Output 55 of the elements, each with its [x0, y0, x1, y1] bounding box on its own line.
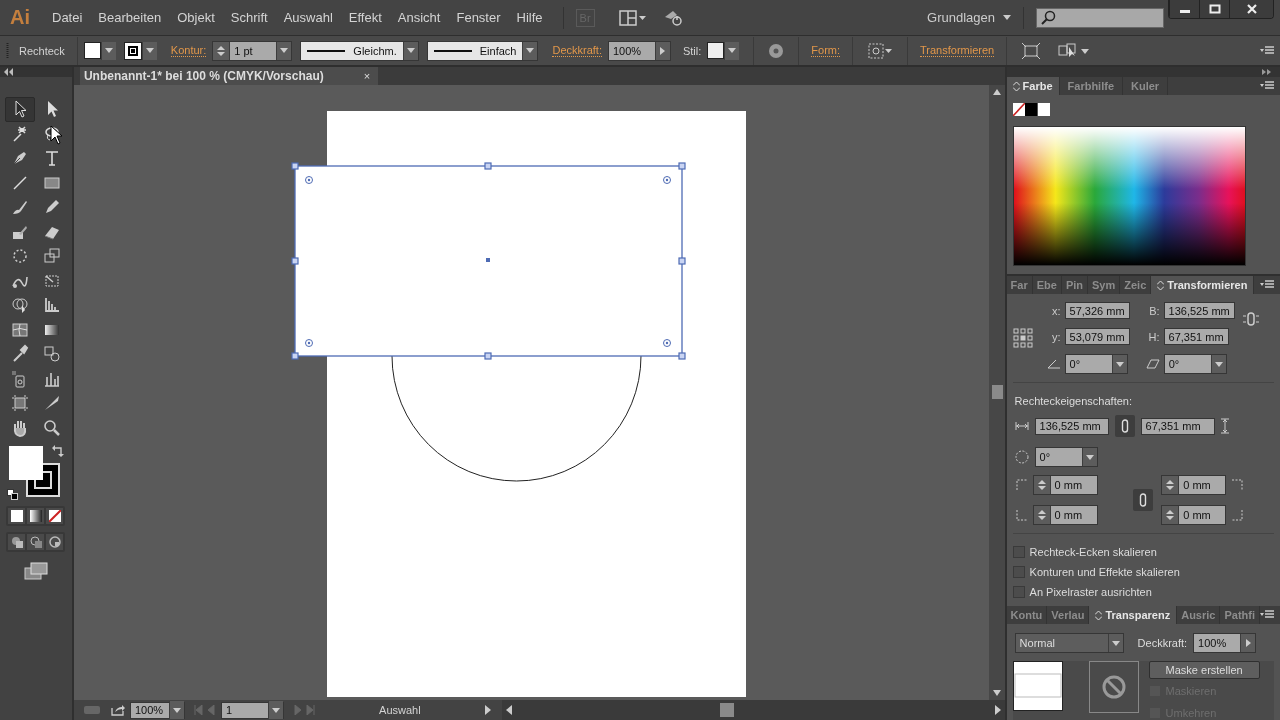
- rectangle-height-field[interactable]: 67,351 mm: [1140, 417, 1215, 435]
- document-tab[interactable]: Unbenannt-1* bei 100 % (CMYK/Vorschau) ×: [79, 67, 379, 85]
- shape-link[interactable]: Form:: [811, 44, 841, 57]
- panel-tab[interactable]: Transparenz: [1089, 606, 1178, 624]
- corner-radius-field[interactable]: 0 mm: [1032, 505, 1098, 525]
- menu-item[interactable]: Objekt: [169, 10, 223, 25]
- stroke-weight-field[interactable]: 1 pt: [212, 40, 293, 61]
- menu-item[interactable]: Schrift: [222, 10, 276, 25]
- section-title: Rechteckeigenschaften:: [1014, 395, 1133, 407]
- rectangle-rotation-dropdown[interactable]: 0°: [1034, 447, 1098, 467]
- opacity-field[interactable]: 100%: [607, 40, 671, 61]
- panel-tab[interactable]: Transformieren: [1151, 276, 1255, 294]
- transparency-opacity-field[interactable]: 100%: [1193, 633, 1257, 653]
- option-checkbox[interactable]: Rechteck-Ecken skalieren: [1012, 542, 1274, 562]
- transform-value-field[interactable]: 136,525 mm: [1163, 302, 1235, 319]
- stroke-link[interactable]: Kontur:: [170, 44, 207, 57]
- menu-item[interactable]: Hilfe: [508, 10, 551, 25]
- opacity-label: Deckkraft:: [1137, 637, 1188, 649]
- menu-item[interactable]: Effekt: [340, 10, 390, 25]
- menu-item[interactable]: Bearbeiten: [90, 10, 170, 25]
- zoom-level-dropdown[interactable]: 100%: [129, 701, 185, 719]
- transform-link[interactable]: Transformieren: [920, 44, 995, 57]
- corner-radius-field[interactable]: 0 mm: [1161, 505, 1227, 525]
- tool-name: Rechteck: [19, 44, 65, 57]
- field-label: B:: [1149, 304, 1160, 317]
- field-label: y:: [1052, 330, 1061, 343]
- current-tool-status[interactable]: Auswahl: [319, 704, 480, 716]
- variable-width-profile-dropdown[interactable]: Gleichm.: [300, 40, 419, 61]
- tab-close-button[interactable]: ×: [363, 70, 371, 82]
- transform-value-field[interactable]: 67,351 mm: [1163, 328, 1229, 345]
- transform-value-field[interactable]: 53,079 mm: [1064, 328, 1130, 345]
- app-logo: Ai: [10, 6, 30, 29]
- option-checkbox[interactable]: Konturen und Effekte skalieren: [1012, 562, 1274, 582]
- workspace-switcher[interactable]: Grundlagen: [927, 10, 1003, 25]
- menu-item[interactable]: Datei: [44, 10, 91, 25]
- blend-mode-dropdown[interactable]: Normal: [1014, 633, 1124, 653]
- option-checkbox[interactable]: An Pixelraster ausrichten: [1012, 582, 1274, 602]
- rectangle-width-field[interactable]: 136,525 mm: [1034, 417, 1109, 435]
- opacity-link[interactable]: Deckkraft:: [552, 44, 602, 57]
- menu-item[interactable]: Auswahl: [275, 10, 341, 25]
- make-mask-button[interactable]: Maske erstellen: [1148, 661, 1260, 679]
- shear-angle-dropdown[interactable]: 0°: [1163, 354, 1227, 374]
- style-label: Stil:: [682, 44, 702, 57]
- field-label: H:: [1148, 330, 1160, 343]
- menu-item[interactable]: Fenster: [448, 10, 509, 25]
- rotation-angle-dropdown[interactable]: 0°: [1064, 354, 1128, 374]
- panel-tab[interactable]: Farbe: [1006, 77, 1060, 95]
- field-label: x:: [1052, 304, 1061, 317]
- corner-radius-field[interactable]: 0 mm: [1161, 475, 1227, 495]
- transform-value-field[interactable]: 57,326 mm: [1064, 302, 1130, 319]
- corner-radius-field[interactable]: 0 mm: [1032, 475, 1098, 495]
- menu-item[interactable]: Ansicht: [389, 10, 449, 25]
- brush-definition-dropdown[interactable]: Einfach: [426, 40, 539, 61]
- document-title: Unbenannt-1* bei 100 % (CMYK/Vorschau): [83, 69, 324, 83]
- artboard-number-dropdown[interactable]: 1: [220, 701, 284, 719]
